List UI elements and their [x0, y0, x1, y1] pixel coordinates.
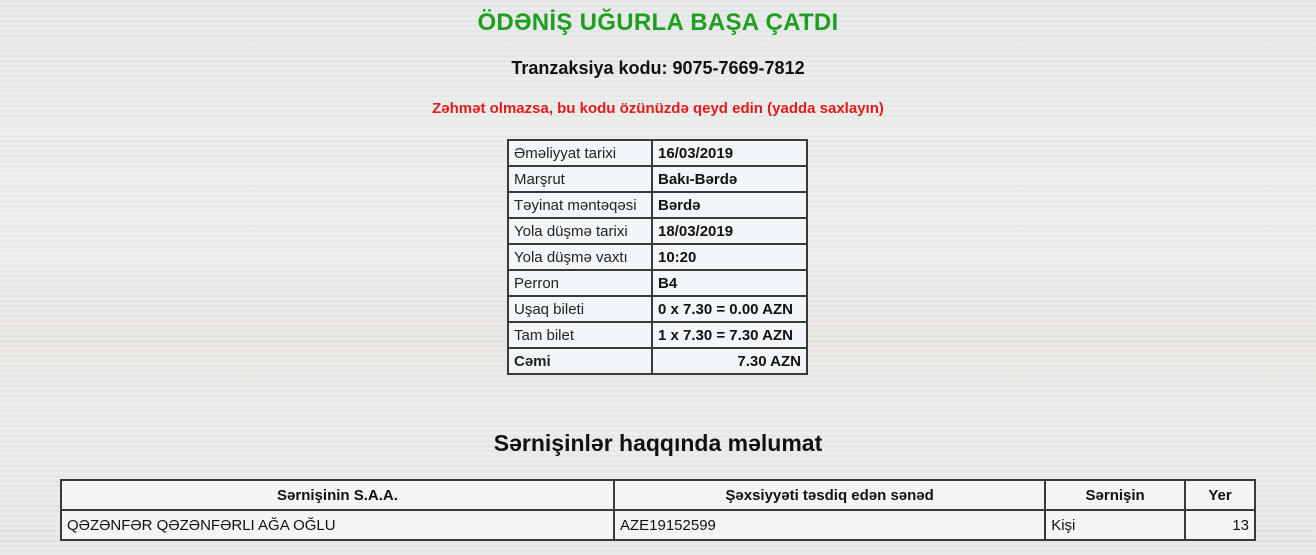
transaction-code-label: Tranzaksiya kodu:: [511, 58, 668, 78]
transaction-code-value: 9075-7669-7812: [672, 58, 805, 78]
details-label: Yola düşmə tarixi: [507, 217, 653, 245]
passenger-type: Kişi: [1044, 509, 1187, 541]
passengers-section-title: Sərnişinlər haqqında məlumat: [493, 430, 823, 456]
details-label: Perron: [507, 269, 653, 297]
details-label: Yola düşmə vaxtı: [507, 243, 653, 271]
details-row: Yola düşmə vaxtı 10:20: [507, 243, 808, 271]
details-label: Tam bilet: [507, 321, 653, 349]
column-header-document: Şəxsiyyəti təsdiq edən sənəd: [612, 479, 1047, 511]
passengers-table: Sərnişinin S.A.A. Şəxsiyyəti təsdiq edən…: [60, 479, 1256, 541]
details-total-row: Cəmi 7.30 AZN: [507, 347, 808, 375]
passenger-document: AZE19152599: [612, 509, 1047, 541]
total-label: Cəmi: [507, 347, 653, 375]
details-row: Perron B4: [507, 269, 808, 297]
details-label: Təyinat məntəqəsi: [507, 191, 653, 219]
details-value: 0 x 7.30 = 0.00 AZN: [651, 295, 808, 323]
table-row: QƏZƏNFƏR QƏZƏNFƏRLI AĞA OĞLU AZE19152599…: [60, 509, 1256, 541]
details-value: Bərdə: [651, 191, 808, 219]
passenger-name: QƏZƏNFƏR QƏZƏNFƏRLI AĞA OĞLU: [60, 509, 615, 541]
details-label: Uşaq bileti: [507, 295, 653, 323]
details-row: Təyinat məntəqəsi Bərdə: [507, 191, 808, 219]
passengers-header-row: Sərnişinin S.A.A. Şəxsiyyəti təsdiq edən…: [60, 479, 1256, 511]
details-label: Əməliyyat tarixi: [507, 139, 653, 167]
details-value: 1 x 7.30 = 7.30 AZN: [651, 321, 808, 349]
column-header-name: Sərnişinin S.A.A.: [60, 479, 615, 511]
save-code-warning: Zəhmət olmazsa, bu kodu özünüzdə qeyd ed…: [432, 100, 884, 117]
details-row: Marşrut Bakı-Bərdə: [507, 165, 808, 193]
details-row: Tam bilet 1 x 7.30 = 7.30 AZN: [507, 321, 808, 349]
details-row: Əməliyyat tarixi 16/03/2019: [507, 139, 808, 167]
column-header-seat: Yer: [1184, 479, 1256, 511]
details-value: 16/03/2019: [651, 139, 808, 167]
details-label: Marşrut: [507, 165, 653, 193]
ticket-details-table: Əməliyyat tarixi 16/03/2019 Marşrut Bakı…: [507, 139, 808, 375]
details-row: Yola düşmə tarixi 18/03/2019: [507, 217, 808, 245]
details-row: Uşaq bileti 0 x 7.30 = 0.00 AZN: [507, 295, 808, 323]
passenger-seat: 13: [1184, 509, 1256, 541]
details-value: Bakı-Bərdə: [651, 165, 808, 193]
total-value: 7.30 AZN: [651, 347, 808, 375]
transaction-code-line: Tranzaksiya kodu: 9075-7669-7812: [0, 58, 1316, 79]
details-value: 10:20: [651, 243, 808, 271]
column-header-passenger-type: Sərnişin: [1044, 479, 1187, 511]
details-value: B4: [651, 269, 808, 297]
payment-result-page: ÖDƏNİŞ UĞURLA BAŞA ÇATDI Tranzaksiya kod…: [0, 0, 1316, 555]
details-value: 18/03/2019: [651, 217, 808, 245]
payment-success-title: ÖDƏNİŞ UĞURLA BAŞA ÇATDI: [477, 9, 839, 36]
